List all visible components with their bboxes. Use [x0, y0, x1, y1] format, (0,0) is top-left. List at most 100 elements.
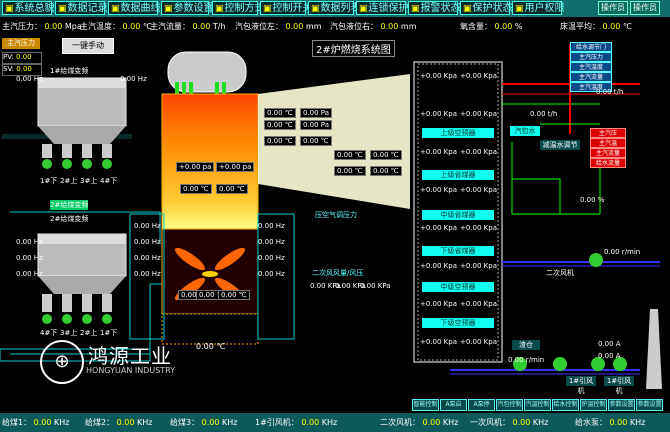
right-box[interactable]: 主汽压力	[570, 52, 612, 62]
menu-item-7[interactable]: ▣连锁保护	[356, 1, 409, 15]
menu-item-0[interactable]: ▣系统总貌	[2, 1, 55, 15]
menu-item-6[interactable]: ▣数据列表	[308, 1, 361, 15]
info-value: 0.00	[492, 22, 515, 31]
bottom-button-7[interactable]: 参数设置	[608, 399, 635, 411]
info-0: 主汽压力： 0.00 Mpa	[2, 21, 82, 32]
status-1: 给煤2： 0.00 KHz	[85, 417, 152, 428]
info-value: 0.00	[378, 22, 401, 31]
menu-icon: ▣	[111, 4, 120, 14]
hz-value: 0.00 Hz	[258, 254, 285, 262]
menu-label: 数据记录	[67, 3, 108, 14]
duct-value: +0.00 Kpa	[420, 224, 457, 232]
middle-value: 0.00 ℃	[334, 150, 366, 160]
bottom-button-1[interactable]: A泵启	[440, 399, 467, 411]
chimney	[646, 309, 662, 389]
status-0: 给煤1： 0.00 KHz	[2, 417, 69, 428]
menu-label: 报警状态	[420, 3, 461, 14]
status-unit: KHz	[54, 418, 70, 427]
duct-value: +0.00 Kpa	[460, 110, 497, 118]
duct-value: +0.00 Kpa	[420, 300, 457, 308]
flow-value: 0.00 A	[598, 352, 621, 360]
id-fan2-label: 1#引风机	[604, 376, 634, 395]
middle-value: 0.00 ℃	[370, 150, 402, 160]
info-6: 床温平均： 0.00 ℃	[560, 21, 632, 32]
manual-button[interactable]: 一键手动	[62, 38, 114, 54]
menu-icon: ▣	[58, 4, 67, 14]
hz-value: 0.00 Hz	[258, 270, 285, 278]
coal-bin-1	[37, 77, 127, 169]
status-label: 给煤2：	[85, 418, 115, 427]
bin-hz: 0.00 Hz	[120, 75, 147, 83]
red-indicator[interactable]: 主汽流量	[590, 148, 626, 158]
feeder-label: 1#下	[40, 177, 58, 185]
bottom-button-4[interactable]: 汽温控制	[524, 399, 551, 411]
bottom-button-2[interactable]: A泵停	[468, 399, 495, 411]
bottom-button-6[interactable]: 炉温控制	[580, 399, 607, 411]
furnace-value: 0.00 ℃	[218, 290, 250, 300]
right-box[interactable]: 主汽流量	[570, 72, 612, 82]
menu-item-9[interactable]: ▣保护状态	[460, 1, 513, 15]
main-pressure-title: 主汽压力	[2, 38, 40, 49]
status-value: 0.00	[607, 418, 630, 427]
menu-item-10[interactable]: ▣用户权限	[512, 1, 565, 15]
hz-value: 0.00 Hz	[258, 238, 285, 246]
menu-item-1[interactable]: ▣数据记录	[55, 1, 108, 15]
bottom-button-8[interactable]: 参数设置	[636, 399, 663, 411]
status-value: 0.00	[510, 418, 533, 427]
info-1: 主汽温度： 0.00 ℃	[80, 21, 152, 32]
flow-value: 0.00 A	[598, 340, 621, 348]
menu-item-8[interactable]: ▣报警状态	[408, 1, 461, 15]
menu-label: 数据曲线	[120, 3, 161, 14]
duct-value: +0.00 Kpa	[420, 110, 457, 118]
status-4: 二次风机： 0.00 KHz	[380, 417, 458, 428]
bottom-button-5[interactable]: 给水控制	[552, 399, 579, 411]
bottom-button-0[interactable]: 智能控制	[412, 399, 439, 411]
id-fan-label: 1#引风机	[566, 376, 596, 395]
info-label: 汽包液位右：	[330, 22, 378, 31]
duct-value: +0.00 Kpa	[420, 72, 457, 80]
middle-value: 0.00 ℃	[264, 108, 296, 118]
duct-value: +0.00 Kpa	[460, 72, 497, 80]
menu-item-3[interactable]: ▣参数设置	[161, 1, 214, 15]
red-indicator[interactable]: 主汽温	[590, 138, 626, 148]
duct-value: +0.00 Kpa	[420, 148, 457, 156]
menu-label: 连锁保护	[368, 3, 409, 14]
info-unit: mm	[400, 22, 417, 31]
status-label: 给水泵：	[575, 418, 607, 427]
duct-value: +0.00 Kpa	[460, 186, 497, 194]
bottom-button-3[interactable]: 汽包控制	[496, 399, 523, 411]
pv-label: PV:	[3, 53, 14, 61]
status-value: 0.00	[420, 418, 443, 427]
menu-item-5[interactable]: ▣控制开关	[260, 1, 313, 15]
coal-bin-2	[37, 233, 127, 324]
duct-label: 上级省煤器	[422, 170, 494, 180]
hz-value: 0.00 Hz	[134, 238, 161, 246]
feeder-label: 2#上	[80, 329, 98, 337]
menu-label: 系统总貌	[14, 3, 55, 14]
bin-hz: 0.00 Hz	[16, 270, 43, 278]
menu-item-4[interactable]: ▣控制方式	[212, 1, 265, 15]
info-value: 0.00	[42, 22, 65, 31]
menu-label: 参数设置	[173, 3, 214, 14]
right-box[interactable]: 给水调节门	[570, 42, 612, 52]
duct-label: 上级空预器	[422, 128, 494, 138]
menu-item-2[interactable]: ▣数据曲线	[108, 1, 161, 15]
operator-button-0[interactable]: 操作员	[598, 1, 628, 15]
menu-icon: ▣	[359, 4, 368, 14]
duct-value: +0.00 Kpa	[460, 148, 497, 156]
hz-value: 0.00 Hz	[258, 222, 285, 230]
middle-label: 压空气调压力	[315, 211, 357, 219]
right-box[interactable]: 主汽温度	[570, 62, 612, 72]
duct-label: 中级空预器	[422, 282, 494, 292]
operator-button-1[interactable]: 操作员	[630, 1, 660, 15]
menu-icon: ▣	[463, 4, 472, 14]
middle-value: 0.00 ℃	[300, 136, 332, 146]
red-indicator[interactable]: 主汽压	[590, 128, 626, 138]
furnace-value: 0.00 ℃	[180, 184, 212, 194]
info-label: 氧含量：	[460, 22, 492, 31]
info-value: 0.00	[283, 22, 306, 31]
menu-icon: ▣	[164, 4, 173, 14]
info-value: 0.00	[190, 22, 213, 31]
steam-drum	[167, 51, 247, 94]
red-indicator[interactable]: 给水流量	[590, 158, 626, 168]
